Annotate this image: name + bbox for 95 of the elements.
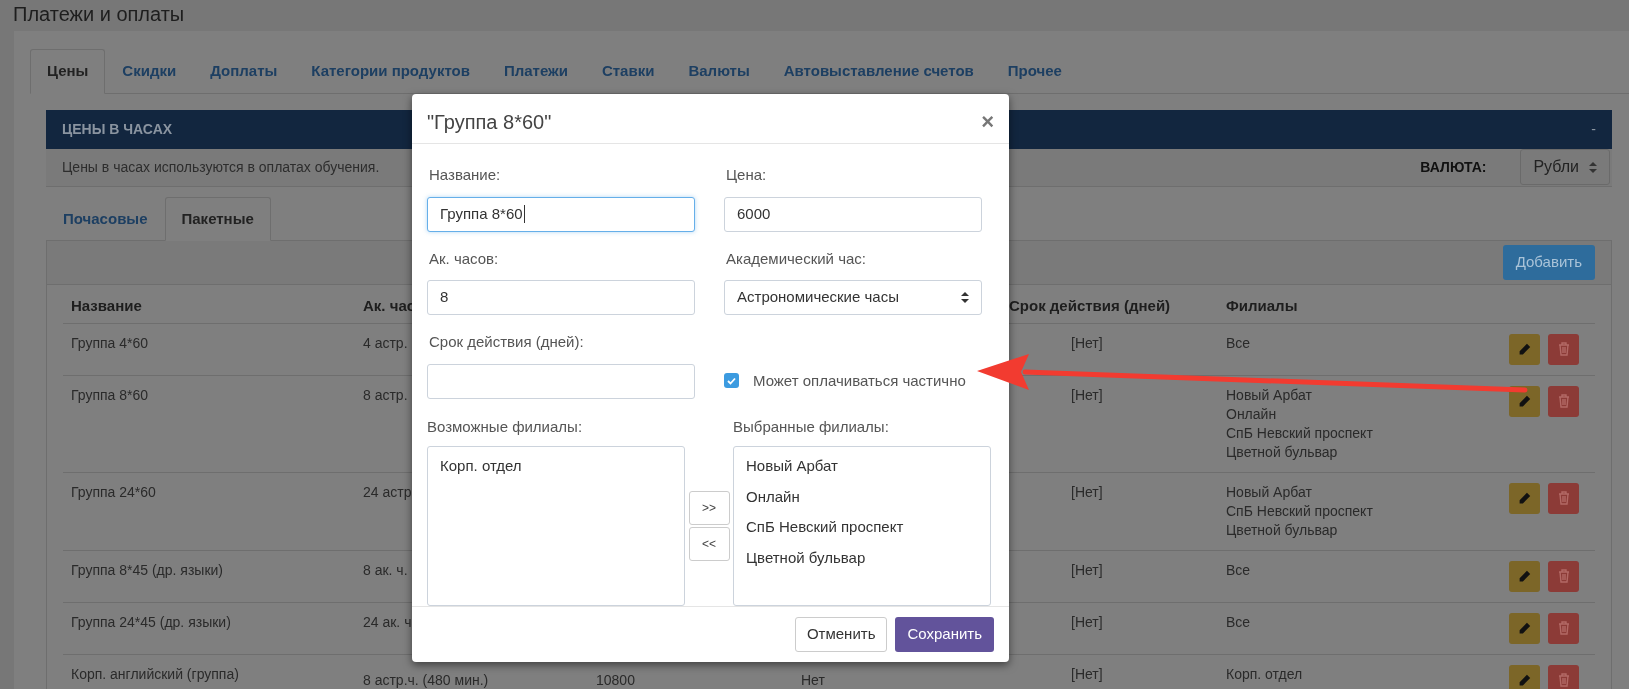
branch-name: СпБ Невский проспект	[1226, 423, 1374, 443]
modal-title: "Группа 8*60"	[427, 109, 552, 135]
table-cell: 8 астр.ч. (480 мин.)	[363, 671, 489, 688]
column-header: Название	[71, 296, 142, 316]
edit-button[interactable]	[1509, 612, 1540, 644]
close-button[interactable]: ×	[981, 105, 994, 139]
branch-name: Онлайн	[1226, 404, 1278, 424]
cancel-button[interactable]: Отменить	[794, 617, 888, 653]
branch-name: Все	[1226, 612, 1252, 632]
list-label: Выбранные филиалы:	[733, 416, 890, 437]
trash-icon	[1557, 673, 1570, 687]
table-cell: Группа 24*60	[71, 483, 156, 500]
collapse-button[interactable]: -	[1591, 118, 1596, 140]
pencil-icon	[1518, 621, 1531, 635]
branch-name: Корп. отдел	[1226, 664, 1304, 684]
branch-name: Все	[1226, 333, 1252, 353]
sub-tab[interactable]: Пакетные	[164, 196, 271, 241]
pencil-icon	[1518, 491, 1531, 505]
table-cell: Группа 24*45 (др. языки)	[71, 613, 231, 630]
table-cell: 24 ак. ч	[363, 613, 412, 630]
move-right-button[interactable]: >>	[688, 491, 730, 526]
column-header: Филиалы	[1226, 296, 1298, 316]
edit-button[interactable]	[1509, 333, 1540, 365]
table-cell: [Нет]	[1071, 613, 1103, 630]
delete-button[interactable]	[1548, 482, 1579, 514]
edit-button[interactable]	[1509, 482, 1540, 514]
field-label: Академический час:	[725, 248, 867, 269]
delete-button[interactable]	[1548, 333, 1579, 365]
trash-icon	[1557, 569, 1570, 583]
table-cell: Группа 8*60	[71, 386, 149, 403]
branch-name: Новый Арбат	[1226, 385, 1313, 405]
text-field[interactable]	[427, 363, 695, 399]
section-title: ЦЕНЫ В ЧАСАХ	[62, 119, 173, 139]
branch-name: Новый Арбат	[1226, 482, 1313, 502]
tab[interactable]: Цены	[30, 49, 106, 94]
select-field[interactable]: Астрономические часы	[724, 280, 982, 316]
text-field[interactable]: Группа 8*60	[427, 196, 695, 232]
table-cell: Корп. английский (группа)	[71, 665, 239, 682]
trash-icon	[1557, 394, 1570, 408]
branch-name: Цветной бульвар	[1226, 520, 1339, 540]
table-cell: 8 ак. ч.	[363, 561, 408, 578]
table-cell: 10800	[596, 671, 635, 688]
table-cell: [Нет]	[1071, 665, 1103, 682]
text-field[interactable]: 8	[427, 280, 695, 316]
section-description: Цены в часах используются в оплатах обучения.	[62, 157, 380, 177]
save-button[interactable]: Сохранить	[895, 617, 994, 653]
table-cell: Нет	[801, 671, 825, 688]
text-field[interactable]: 6000	[724, 196, 982, 232]
edit-button[interactable]	[1509, 560, 1540, 592]
move-left-button[interactable]: <<	[688, 527, 730, 562]
delete-button[interactable]	[1548, 385, 1579, 417]
table-cell: Группа 4*60	[71, 334, 149, 351]
pencil-icon	[1518, 673, 1531, 687]
currency-select[interactable]: Рубли	[1520, 149, 1610, 185]
checkbox-label: Может оплачиваться частично	[753, 370, 966, 391]
field-label: Срок действия (дней):	[428, 332, 585, 353]
list-label: Возможные филиалы:	[427, 416, 584, 437]
edit-button[interactable]	[1509, 664, 1540, 689]
table-cell: [Нет]	[1071, 483, 1103, 500]
trash-icon	[1557, 491, 1570, 505]
field-label: Название:	[428, 165, 502, 186]
sort-caret-icon	[1589, 161, 1597, 173]
table-cell: [Нет]	[1071, 386, 1103, 403]
selected-branches-list[interactable]: Новый Арбат Онлайн СпБ Невский проспект Цветной бульвар	[733, 446, 991, 607]
page-title: Платежи и оплаты	[12, 2, 186, 27]
field-label: Цена:	[725, 165, 768, 186]
trash-icon	[1557, 342, 1570, 356]
list-option[interactable]: Цветной бульвар	[746, 546, 978, 570]
field-label: Ак. часов:	[428, 248, 500, 269]
list-option[interactable]: Онлайн	[746, 485, 978, 509]
table-cell: 4 астр.	[363, 334, 408, 351]
branch-name: Все	[1226, 560, 1252, 580]
column-header: Срок действия (дней)	[1009, 296, 1171, 316]
list-option[interactable]: Новый Арбат	[746, 455, 978, 478]
sort-caret-icon	[961, 292, 969, 304]
available-branches-list[interactable]: Корп. отдел	[427, 446, 685, 607]
checkbox[interactable]	[724, 373, 739, 389]
table-cell: 24 астр	[363, 483, 412, 500]
table-cell: 8 астр.	[363, 386, 408, 403]
delete-button[interactable]	[1548, 612, 1579, 644]
table-cell: [Нет]	[1071, 561, 1103, 578]
table-cell: Группа 8*45 (др. языки)	[71, 561, 224, 578]
pencil-icon	[1518, 569, 1531, 583]
branch-name: СпБ Невский проспект	[1226, 501, 1374, 521]
check-icon	[727, 376, 736, 385]
currency-label: ВАЛЮТА:	[1420, 157, 1487, 177]
branch-name: Цветной бульвар	[1226, 442, 1339, 462]
pencil-icon	[1518, 342, 1531, 356]
pencil-icon	[1518, 394, 1531, 408]
delete-button[interactable]	[1548, 664, 1579, 689]
list-option[interactable]: Корп. отдел	[440, 455, 672, 478]
trash-icon	[1557, 621, 1570, 635]
list-option[interactable]: СпБ Невский проспект	[746, 516, 978, 539]
delete-button[interactable]	[1548, 560, 1579, 592]
table-cell: [Нет]	[1071, 334, 1103, 351]
